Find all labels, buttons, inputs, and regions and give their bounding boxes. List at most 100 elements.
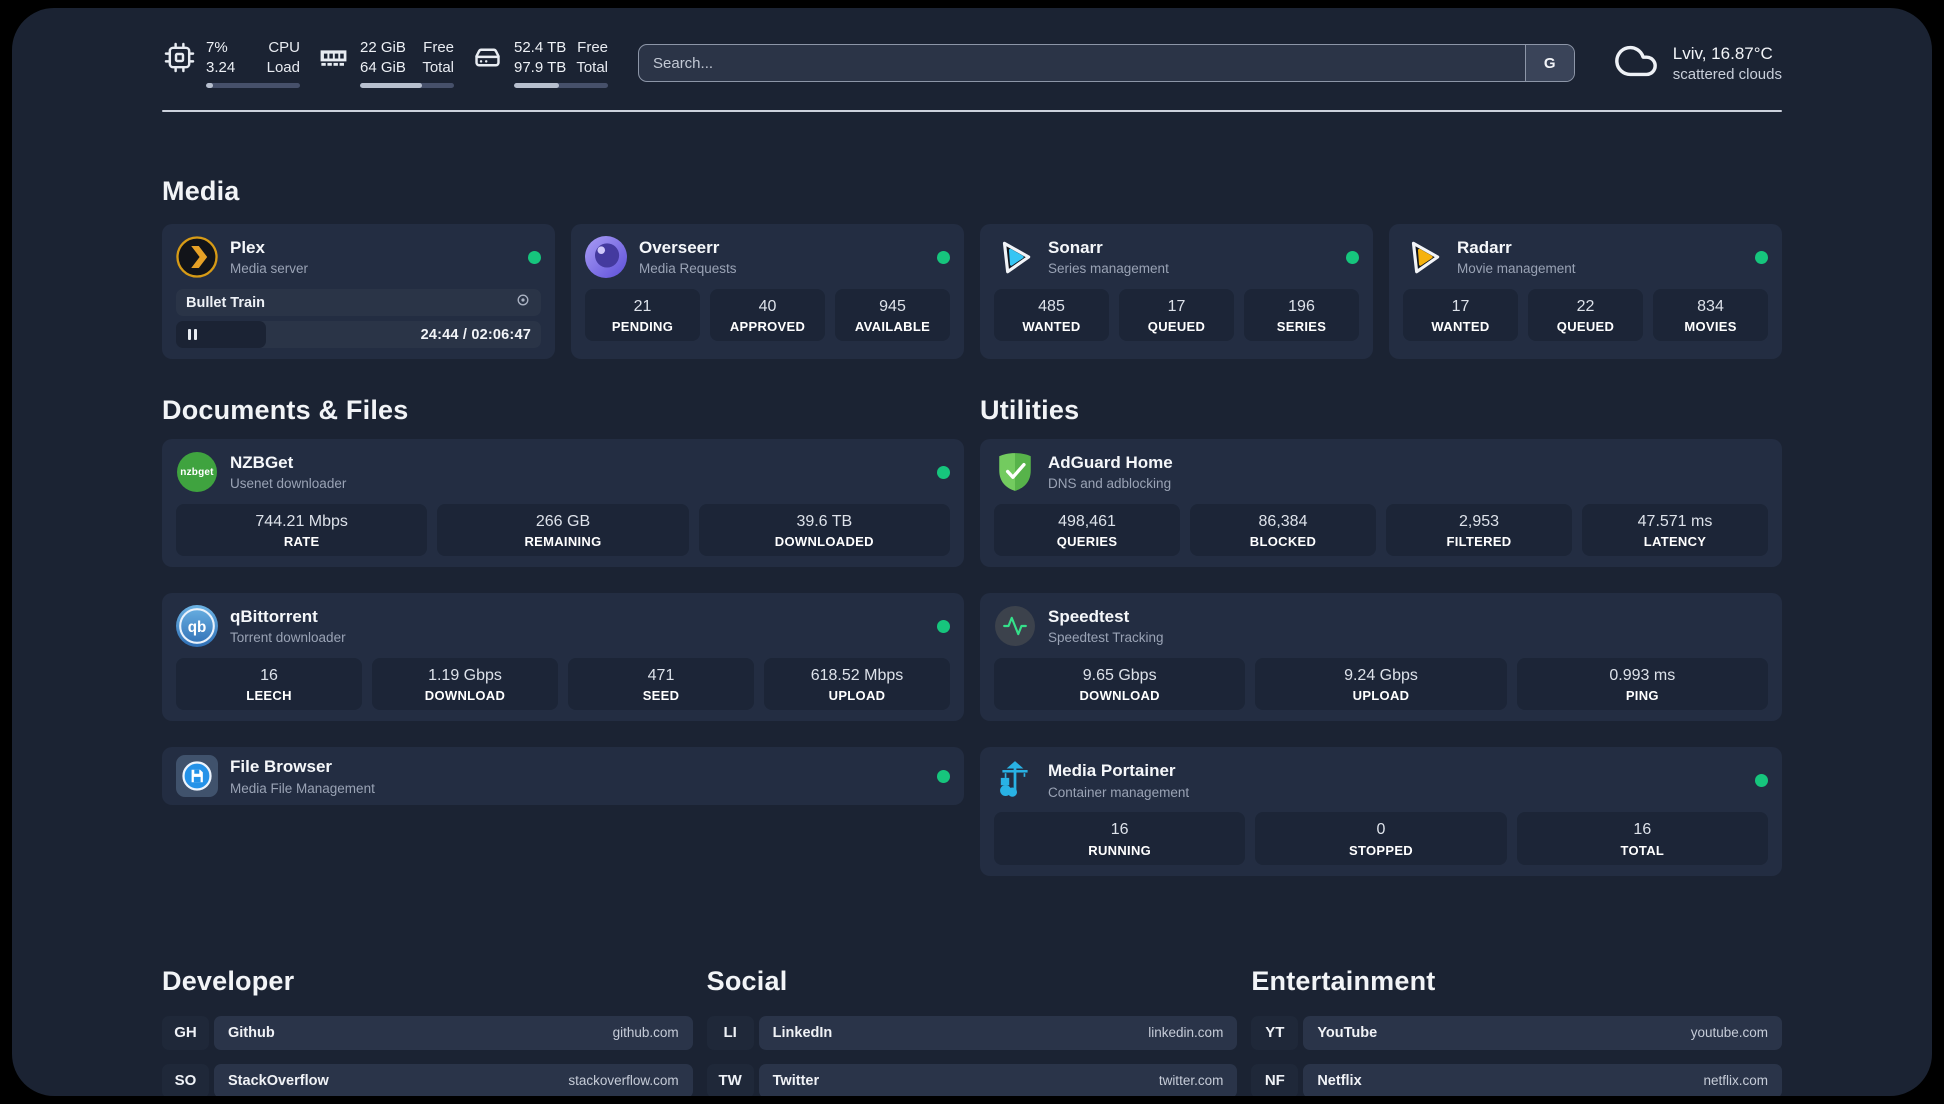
bookmark-url: stackoverflow.com <box>568 1073 679 1089</box>
cpu-icon <box>162 41 196 75</box>
radarr-icon <box>1403 236 1445 278</box>
search-engine-button[interactable]: G <box>1524 45 1574 81</box>
bookmark-abbr: LI <box>706 1015 754 1050</box>
cpu-load-label: Load <box>266 58 300 76</box>
disk-total-label: Total <box>576 58 608 76</box>
bookmark-abbr: YT <box>1251 1015 1299 1050</box>
bookmark-abbr: SO <box>162 1063 209 1096</box>
disk-total-value: 97.9 TB <box>514 58 567 76</box>
bookmark-abbr: TW <box>706 1063 754 1096</box>
cpu-stat: 7% 3.24 CPU Load <box>162 38 300 88</box>
section-heading-developer: Developer <box>162 965 295 996</box>
stat-box: 485 WANTED <box>994 289 1109 342</box>
bookmark-group-social: Social LI LinkedIn linkedin.com TW Twitte… <box>706 964 1238 1096</box>
stat-box: 17 WANTED <box>1403 289 1518 342</box>
speedtest-icon <box>994 605 1036 647</box>
app-subtitle: Speedtest Tracking <box>1048 630 1164 646</box>
memory-progress-bar <box>360 83 454 88</box>
app-card-overseerr[interactable]: Overseerr Media Requests 21 PENDING 40 APP… <box>571 224 964 359</box>
section-utilities: Utilities AdGuard Home DNS and adblockin… <box>980 393 1782 902</box>
portainer-icon <box>994 759 1036 801</box>
bookmark-name: YouTube <box>1317 1024 1378 1041</box>
stat-box: 618.52 Mbps UPLOAD <box>764 658 950 711</box>
cpu-load-value: 3.24 <box>206 58 236 76</box>
playback-row: 24:44 / 02:06:47 <box>176 321 541 348</box>
app-subtitle: Media File Management <box>230 780 375 796</box>
memory-total-value: 64 GiB <box>360 58 406 76</box>
section-heading-utilities: Utilities <box>980 395 1080 425</box>
stat-box: 834 MOVIES <box>1653 289 1768 342</box>
disk-progress-bar <box>514 83 608 88</box>
bookmark-name: StackOverflow <box>228 1072 329 1089</box>
bookmark-group-developer: Developer GH Github github.com SO StackOv… <box>162 964 693 1096</box>
app-title: Radarr <box>1457 237 1512 257</box>
app-card-filebrowser[interactable]: File Browser Media File Management <box>162 747 964 806</box>
bookmark-link-twitter[interactable]: TW Twitter twitter.com <box>706 1063 1238 1096</box>
now-playing-row: Bullet Train <box>176 289 541 316</box>
app-title: Media Portainer <box>1048 761 1176 781</box>
status-dot-online <box>937 465 950 479</box>
stat-box: 1.19 Gbps DOWNLOAD <box>372 658 558 711</box>
bookmark-url: linkedin.com <box>1148 1025 1224 1041</box>
app-card-speedtest[interactable]: Speedtest Speedtest Tracking 9.65 Gbps DO… <box>980 593 1782 722</box>
stat-box: 2,953 FILTERED <box>1386 504 1572 557</box>
search-input[interactable] <box>639 45 1525 81</box>
hard-drive-icon <box>470 41 504 75</box>
bookmark-abbr: GH <box>162 1015 209 1050</box>
memory-free-value: 22 GiB <box>360 39 406 56</box>
bookmark-link-github[interactable]: GH Github github.com <box>162 1015 693 1050</box>
overseerr-icon <box>585 236 627 278</box>
app-title: Speedtest <box>1048 606 1130 626</box>
adguard-icon <box>994 451 1036 493</box>
stat-box: 17 QUEUED <box>1119 289 1234 342</box>
bookmark-link-stackoverflow[interactable]: SO StackOverflow stackoverflow.com <box>162 1063 693 1096</box>
bookmark-abbr: NF <box>1251 1063 1299 1096</box>
bookmark-link-youtube[interactable]: YT YouTube youtube.com <box>1251 1015 1782 1050</box>
qbittorrent-icon: qb <box>176 605 218 648</box>
stat-box: 86,384 BLOCKED <box>1190 504 1376 557</box>
app-title: NZBGet <box>230 452 294 472</box>
section-heading-social: Social <box>706 965 788 996</box>
stat-box: 945 AVAILABLE <box>835 289 950 342</box>
app-card-qbittorrent[interactable]: qb qBittorrent Torrent downloader 16 LEEC… <box>162 593 964 722</box>
app-title: File Browser <box>230 757 333 777</box>
section-heading-entertainment: Entertainment <box>1251 965 1436 996</box>
app-card-portainer[interactable]: Media Portainer Container management 16 R… <box>980 747 1782 876</box>
disk-free-label: Free <box>577 39 608 56</box>
filebrowser-icon <box>176 755 218 798</box>
app-subtitle: Movie management <box>1457 261 1576 277</box>
disk-stat: 52.4 TB 97.9 TB Free Total <box>470 38 608 88</box>
bookmark-link-linkedin[interactable]: LI LinkedIn linkedin.com <box>706 1015 1238 1050</box>
app-subtitle: Usenet downloader <box>230 476 347 492</box>
header-divider <box>162 110 1782 112</box>
section-documents-files: Documents & Files nzbget NZBGet Usenet d… <box>162 393 964 831</box>
app-subtitle: Media server <box>230 261 309 277</box>
memory-icon <box>316 41 350 75</box>
stat-box: 744.21 Mbps RATE <box>176 504 428 557</box>
svg-text:qb: qb <box>188 619 207 636</box>
app-card-adguard[interactable]: AdGuard Home DNS and adblocking 498,461 Q… <box>980 439 1782 568</box>
cpu-usage-value: 7% <box>206 39 228 56</box>
app-card-sonarr[interactable]: Sonarr Series management 485 WANTED 17 QUE… <box>980 224 1373 359</box>
status-dot-online <box>1755 250 1768 264</box>
sonarr-icon <box>994 236 1036 278</box>
app-card-plex[interactable]: Plex Media server Bullet Train 24:44 / 0… <box>162 224 555 359</box>
dashboard-screen: 7% 3.24 CPU Load 22 GiB 64 GiB Free Tota… <box>0 0 1944 1104</box>
app-card-radarr[interactable]: Radarr Movie management 17 WANTED 22 QUEUE… <box>1389 224 1782 359</box>
pause-icon <box>188 329 191 340</box>
weather-condition: scattered clouds <box>1672 65 1782 83</box>
status-dot-online <box>1755 773 1768 787</box>
app-card-nzbget[interactable]: nzbget NZBGet Usenet downloader 744.21 M… <box>162 439 964 568</box>
stat-box: 16 LEECH <box>176 658 362 711</box>
pause-button[interactable] <box>176 321 266 348</box>
top-bar: 7% 3.24 CPU Load 22 GiB 64 GiB Free Tota… <box>162 34 1782 92</box>
bookmark-name: LinkedIn <box>772 1024 833 1041</box>
search-bar: G <box>638 44 1575 82</box>
bookmark-name: Twitter <box>772 1072 820 1089</box>
session-settings-icon[interactable] <box>515 292 531 313</box>
system-stats: 7% 3.24 CPU Load 22 GiB 64 GiB Free Tota… <box>162 38 608 88</box>
app-subtitle: Series management <box>1048 261 1169 277</box>
cpu-label: CPU <box>268 39 300 56</box>
stat-box: 39.6 TB DOWNLOADED <box>698 504 950 557</box>
bookmark-link-netflix[interactable]: NF Netflix netflix.com <box>1251 1063 1782 1096</box>
